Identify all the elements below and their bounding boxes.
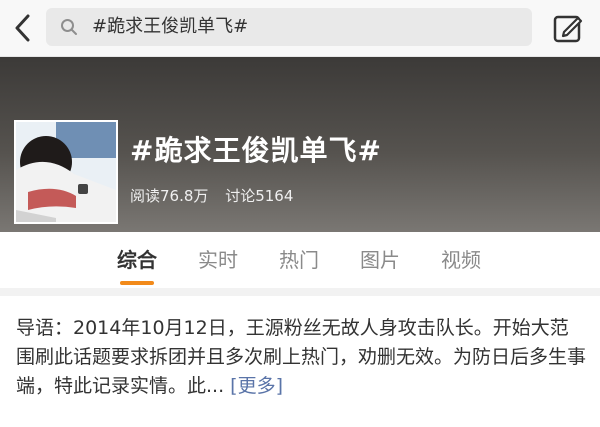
chevron-left-icon	[15, 14, 30, 42]
top-bar: #跪求王俊凯单飞#	[0, 0, 600, 57]
active-tab-indicator	[120, 281, 154, 285]
search-icon	[61, 19, 77, 35]
intro-text: 导语：2014年10月12日，王源粉丝无故人身攻击队长。开始大范围刷此话题要求拆…	[16, 317, 587, 397]
discussion-count: 讨论5164	[225, 187, 294, 205]
search-query-text: #跪求王俊凯单飞#	[92, 16, 249, 37]
tab-realtime[interactable]: 实时	[188, 232, 248, 288]
compose-icon	[553, 15, 583, 43]
topic-cover-image	[14, 120, 118, 224]
topic-intro: 导语：2014年10月12日，王源粉丝无故人身攻击队长。开始大范围刷此话题要求拆…	[16, 314, 586, 401]
tab-comprehensive[interactable]: 综合	[107, 232, 167, 288]
section-divider	[0, 288, 600, 296]
topic-stats: 阅读76.8万 讨论5164	[130, 185, 305, 206]
topic-header: #跪求王俊凯单飞# 阅读76.8万 讨论5164	[0, 57, 600, 232]
back-button[interactable]	[6, 8, 40, 48]
compose-button[interactable]	[548, 8, 588, 48]
topic-title: #跪求王俊凯单飞#	[130, 134, 382, 167]
more-link[interactable]: [更多]	[230, 375, 283, 397]
tab-hot[interactable]: 热门	[269, 232, 329, 288]
tab-bar: 综合 实时 热门 图片 视频	[0, 232, 600, 288]
tab-images[interactable]: 图片	[350, 232, 410, 288]
search-input[interactable]: #跪求王俊凯单飞#	[46, 8, 532, 46]
read-count: 阅读76.8万	[130, 187, 209, 205]
tab-videos[interactable]: 视频	[431, 232, 491, 288]
